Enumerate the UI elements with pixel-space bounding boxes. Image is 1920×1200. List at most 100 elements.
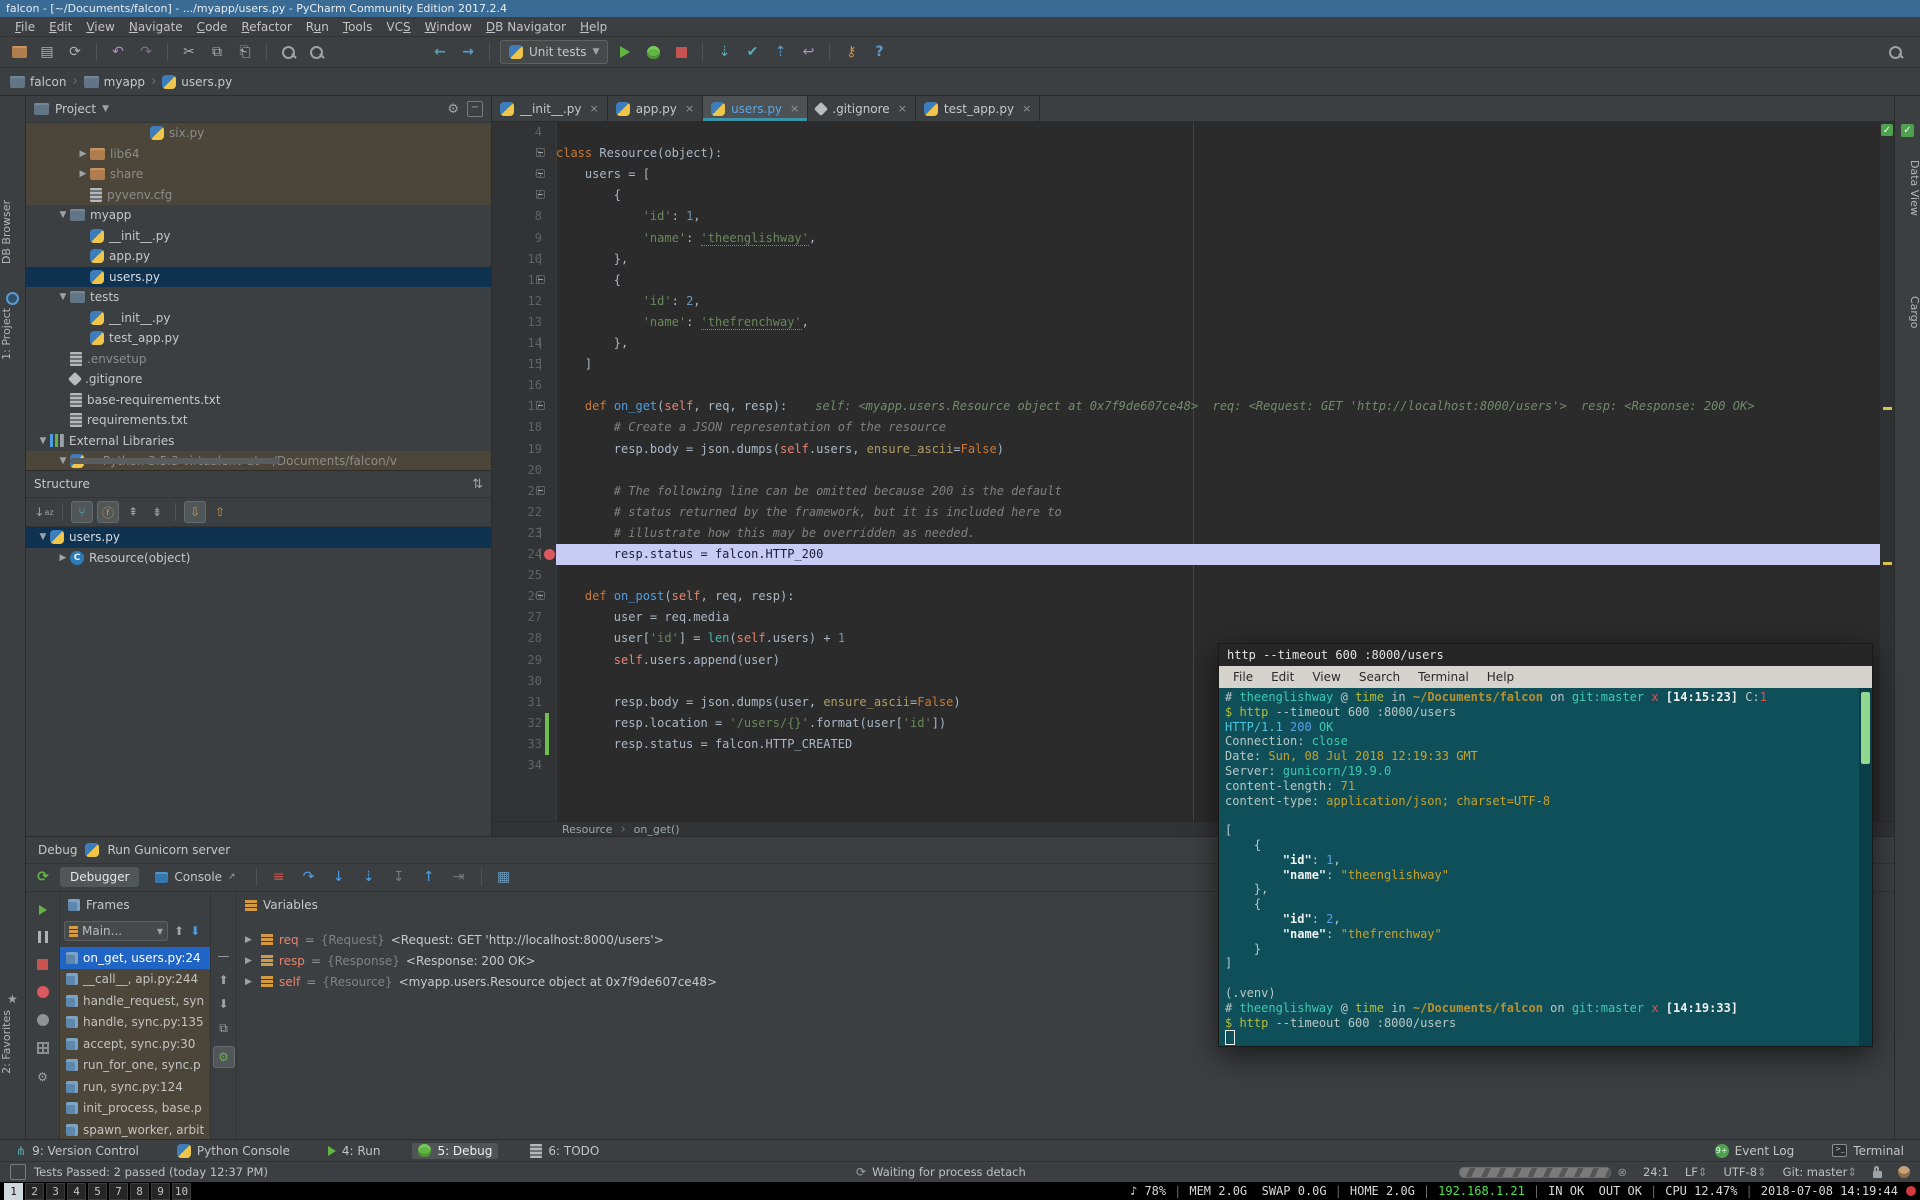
code-line[interactable]: 27 user = req.media	[492, 607, 1880, 628]
line-number[interactable]: 7	[492, 185, 542, 206]
line-ending-select[interactable]: LF⇕	[1685, 1165, 1708, 1179]
inspections-ok-icon[interactable]: ✓	[1901, 124, 1914, 137]
show-fields-icon[interactable]: ⓕ	[97, 501, 119, 523]
frame-up-icon[interactable]: ⬆	[174, 924, 184, 938]
workspace-10[interactable]: 10	[172, 1183, 191, 1200]
collapse-all-icon[interactable]: ⇟	[147, 502, 167, 522]
expander-icon[interactable]: ▶	[245, 956, 255, 966]
editor-tab-gitignore[interactable]: .gitignore×	[808, 96, 916, 121]
tree-arrow-icon[interactable]: ▼	[56, 456, 70, 466]
step-into-icon[interactable]: ↓	[327, 869, 351, 885]
code-line[interactable]: 22 # status returned by the framework, b…	[492, 502, 1880, 523]
editor-tab-users-py[interactable]: users.py×	[703, 96, 808, 121]
step-into-my-code-icon[interactable]: ⇣	[357, 869, 381, 885]
project-tree-item-tests[interactable]: ▼tests	[26, 287, 491, 308]
line-number[interactable]: 24	[492, 544, 542, 565]
project-tree-item-external-libraries[interactable]: ▼External Libraries	[26, 431, 491, 452]
line-number[interactable]: 9	[492, 228, 542, 249]
tool-button-5-debug[interactable]: 5: Debug	[412, 1143, 498, 1159]
help-icon[interactable]: ?	[868, 41, 890, 63]
pin-icon[interactable]	[1906, 1186, 1916, 1196]
copy-icon[interactable]: ⧉	[206, 41, 228, 63]
paste-icon[interactable]: ⎗	[234, 41, 256, 63]
line-number[interactable]: 5	[492, 143, 542, 164]
tool-button-terminal[interactable]: >_Terminal	[1826, 1143, 1910, 1159]
editor-tab-test-app-py[interactable]: test_app.py×	[916, 96, 1040, 121]
project-tree-item-base-requirements-txt[interactable]: base-requirements.txt	[26, 390, 491, 411]
stop-icon[interactable]	[37, 959, 48, 970]
menu-item-navigate[interactable]: Navigate	[122, 20, 190, 34]
editor-tab-app-py[interactable]: app.py×	[608, 96, 703, 121]
stack-frame[interactable]: spawn_worker, arbit	[60, 1119, 210, 1141]
tree-arrow-icon[interactable]: ▶	[76, 149, 90, 159]
workspace-3[interactable]: 3	[46, 1183, 65, 1200]
sync-icon[interactable]: ⟳	[64, 41, 86, 63]
stack-frame[interactable]: init_process, base.p	[60, 1098, 210, 1120]
menu-item-code[interactable]: Code	[190, 20, 235, 34]
code-line[interactable]: 15 ]	[492, 354, 1880, 375]
code-line[interactable]: 16	[492, 375, 1880, 396]
line-number[interactable]: 17	[492, 396, 542, 417]
menu-item-tools[interactable]: Tools	[336, 20, 380, 34]
save-icon[interactable]: ▤	[36, 41, 58, 63]
line-number[interactable]: 23	[492, 523, 542, 544]
menu-item-db-navigator[interactable]: DB Navigator	[479, 20, 573, 34]
code-line[interactable]: 26 def on_post(self, req, resp):	[492, 586, 1880, 607]
revert-icon[interactable]: ↩	[797, 41, 819, 63]
terminal-menu-search[interactable]: Search	[1351, 670, 1408, 684]
menu-item-vcs[interactable]: VCS	[379, 20, 417, 34]
workspace-1[interactable]: 1	[4, 1183, 23, 1200]
caret-position[interactable]: 24:1	[1643, 1165, 1669, 1179]
project-tree-item-share[interactable]: ▶share	[26, 164, 491, 185]
line-number[interactable]: 4	[492, 122, 542, 143]
update-project-icon[interactable]: ⇣	[713, 41, 735, 63]
workspace-9[interactable]: 9	[151, 1183, 170, 1200]
step-over-icon[interactable]: ↷	[297, 869, 321, 885]
step-out-icon[interactable]: ↑	[417, 869, 441, 885]
line-number[interactable]: 25	[492, 565, 542, 586]
mute-breakpoints-icon[interactable]	[37, 1014, 49, 1026]
expander-icon[interactable]: ▶	[245, 977, 255, 987]
expander-icon[interactable]: ▶	[245, 935, 255, 945]
code-line[interactable]: 14 },	[492, 333, 1880, 354]
line-number[interactable]: 14	[492, 333, 542, 354]
structure-tree-item-resource-object[interactable]: ▶CResource(object)	[26, 548, 491, 569]
line-number[interactable]: 30	[492, 671, 542, 692]
close-icon[interactable]: ×	[898, 102, 907, 115]
toggle-toolwindows-icon[interactable]	[10, 1164, 26, 1180]
run-to-cursor-icon[interactable]: ⇥	[447, 869, 471, 885]
project-settings-icon[interactable]: ⚙	[447, 102, 459, 117]
tool-button-cargo[interactable]: Cargo	[1895, 296, 1920, 328]
horizontal-scrollbar[interactable]	[70, 458, 280, 464]
force-step-into-icon[interactable]: ↧	[387, 869, 411, 885]
fold-marker-icon[interactable]	[536, 190, 545, 199]
code-line[interactable]: 13 'name': 'thefrenchway',	[492, 312, 1880, 333]
lock-icon[interactable]	[1873, 1171, 1882, 1178]
workspace-4[interactable]: 4	[67, 1183, 86, 1200]
editor-breadcrumb-resource[interactable]: Resource	[562, 823, 612, 836]
navigate-back-icon[interactable]: ←	[429, 41, 451, 63]
terminal-menu-help[interactable]: Help	[1479, 670, 1522, 684]
restore-layout-icon[interactable]	[37, 1042, 49, 1054]
terminal-menu-terminal[interactable]: Terminal	[1410, 670, 1477, 684]
tool-button-6-todo[interactable]: 6: TODO	[524, 1143, 605, 1159]
close-icon[interactable]: ×	[1022, 102, 1031, 115]
run-button[interactable]	[614, 41, 636, 63]
tree-arrow-icon[interactable]: ▼	[36, 436, 50, 446]
line-number[interactable]: 27	[492, 607, 542, 628]
project-tree-item-envsetup[interactable]: .envsetup	[26, 349, 491, 370]
tab-debugger[interactable]: Debugger	[60, 867, 139, 887]
error-stripe[interactable]: ✓	[1880, 122, 1894, 822]
menu-item-edit[interactable]: Edit	[42, 20, 79, 34]
code-line[interactable]: 7 {	[492, 185, 1880, 206]
show-execution-point-icon[interactable]: ≡	[267, 869, 291, 885]
project-tree-item-six-py[interactable]: six.py	[26, 123, 491, 144]
settings-repo-icon[interactable]: ⚷	[840, 41, 862, 63]
threads-view-icon[interactable]: ⚙	[213, 1046, 235, 1068]
fold-marker-icon[interactable]	[536, 275, 545, 284]
thread-selector[interactable]: Main... ▼	[64, 921, 168, 941]
code-line[interactable]: 5class Resource(object):	[492, 143, 1880, 164]
line-number[interactable]: 21	[492, 481, 542, 502]
code-line[interactable]: 4	[492, 122, 1880, 143]
collapse-all-icon[interactable]: −	[467, 101, 483, 117]
